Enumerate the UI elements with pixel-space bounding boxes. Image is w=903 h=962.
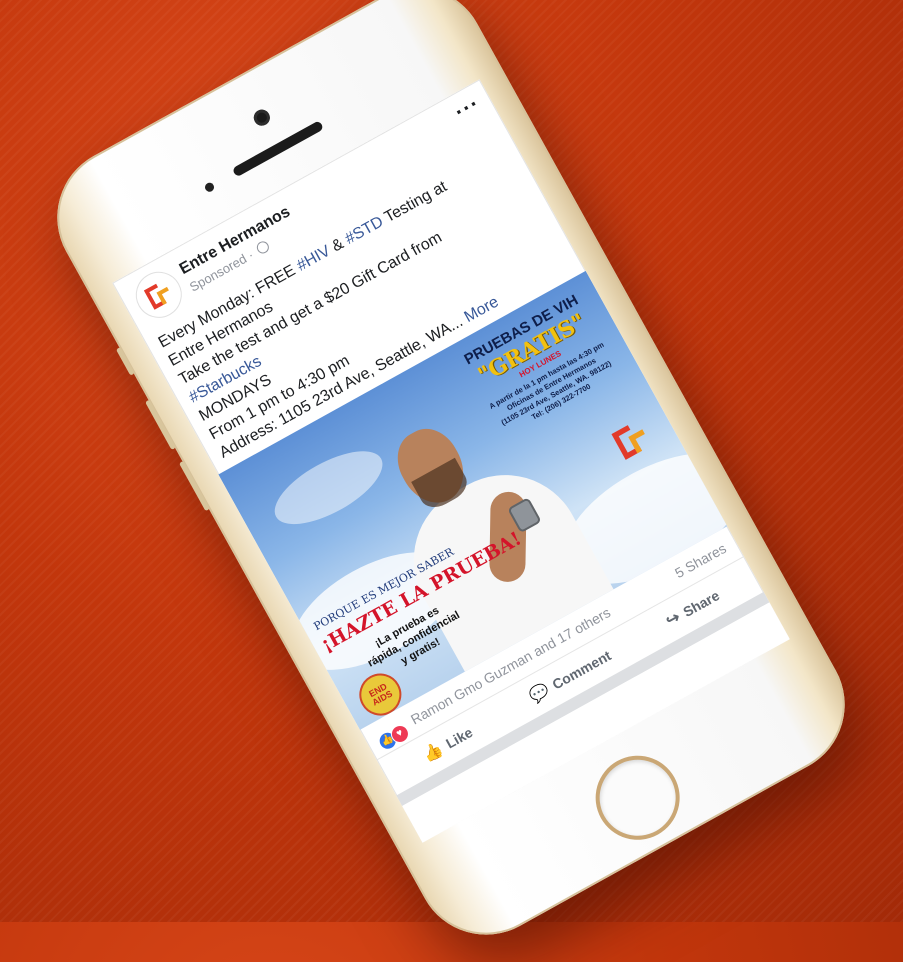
comment-bubble-icon: 💬 [526, 681, 553, 706]
more-dots-icon[interactable]: ··· [450, 90, 484, 125]
page-avatar[interactable] [127, 263, 191, 327]
thumbs-up-icon: 👍 [420, 740, 447, 765]
like-label: Like [443, 723, 476, 752]
share-label: Share [680, 587, 723, 621]
cloud [263, 436, 394, 539]
globe-icon [255, 239, 272, 256]
ad-brand-logo-icon [611, 425, 645, 460]
entre-hermanos-logo-icon [143, 283, 169, 310]
share-arrow-icon: ↪ [663, 608, 684, 631]
